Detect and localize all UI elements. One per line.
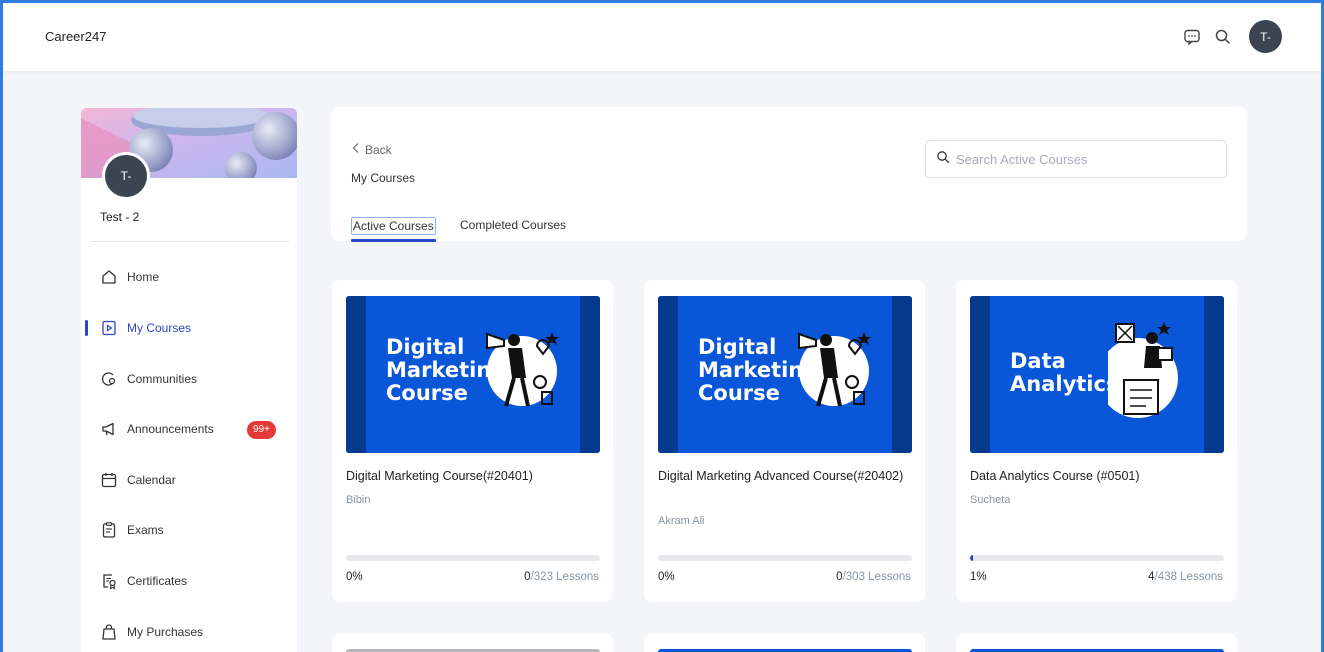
user-avatar[interactable]: T- [1249,20,1282,53]
sidebar-item-label: My Courses [127,321,192,335]
thumb-edge [580,296,600,453]
notification-badge: 99+ [247,421,276,439]
course-title[interactable]: Data Analytics Course (#0501) [970,466,1225,487]
progress-percent: 1% [970,571,987,583]
search-icon [936,150,950,169]
sidebar-item-home[interactable]: Home [81,262,297,292]
progress-bar [970,555,1224,561]
lesson-count: 4/438 Lessons [1148,571,1223,583]
chevron-left-icon [351,142,361,157]
course-instructor: Akram Ali [658,515,705,527]
marketing-illustration-icon [482,326,572,421]
course-instructor: Bibin [346,494,371,506]
lessons-total: /438 Lessons [1154,571,1223,583]
lessons-total: /303 Lessons [842,571,911,583]
profile-name: Test - 2 [100,210,140,224]
active-indicator [85,320,88,336]
tab-active-courses[interactable]: Active Courses [351,217,436,242]
course-card[interactable]: Data Analytics Data Analytics Course (#0… [956,280,1237,602]
course-card[interactable] [332,633,613,652]
course-thumbnail[interactable]: Digital Marketing Course [346,296,600,453]
page-title: My Courses [351,171,416,185]
course-card[interactable] [644,633,925,652]
sidebar-item-announcements[interactable]: Announcements 99+ [81,414,297,444]
exam-icon [99,520,119,540]
sidebar-item-certificates[interactable]: Certificates [81,566,297,596]
course-card[interactable]: Digital Marketing Course Digital Marketi… [332,280,613,602]
sidebar-item-my-courses[interactable]: My Courses [81,313,297,343]
sidebar-item-calendar[interactable]: Calendar [81,465,297,495]
course-title[interactable]: Digital Marketing Advanced Course(#20402… [658,466,913,487]
course-instructor: Sucheta [970,494,1011,506]
thumb-edge [658,296,678,453]
divider [91,241,289,242]
progress-fill [970,555,973,561]
search-icon[interactable] [1213,27,1233,47]
communities-icon [99,369,119,389]
sidebar-item-communities[interactable]: Communities [81,364,297,394]
thumbnail-text: Data Analytics [1010,349,1119,396]
progress-bar [658,555,912,561]
sidebar-item-label: Certificates [127,574,188,588]
home-icon [99,267,119,287]
thumb-edge [892,296,912,453]
sidebar-item-label: Exams [127,523,164,537]
marketing-illustration-icon [794,326,884,421]
progress-percent: 0% [346,571,363,583]
sidebar-item-label: Calendar [127,473,176,487]
course-thumbnail[interactable]: Digital Marketing Course [658,296,912,453]
sidebar-item-label: Home [127,270,160,284]
course-card[interactable] [956,633,1237,652]
tab-completed-courses[interactable]: Completed Courses [460,218,566,232]
course-card[interactable]: Digital Marketing Course Digital Marketi… [644,280,925,602]
calendar-icon [99,470,119,490]
thumb-edge [1204,296,1224,453]
courses-header: Back My Courses Active Courses Completed… [331,107,1247,242]
sidebar-item-label: Communities [127,372,198,386]
play-square-icon [99,318,119,338]
thumb-edge [970,296,990,453]
sidebar-item-my-purchases[interactable]: My Purchases [81,617,297,647]
brand-logo[interactable]: Career247 [45,29,106,44]
sidebar-item-label: My Purchases [127,625,204,639]
progress-bar [346,555,600,561]
app-frame: Career247 T- T- Test - 2 Home My Courses… [0,0,1324,652]
back-label: Back [365,142,392,157]
search-box[interactable] [925,140,1227,178]
progress-percent: 0% [658,571,675,583]
back-link[interactable]: Back [351,142,392,157]
lesson-count: 0/323 Lessons [524,571,599,583]
top-bar: Career247 T- [3,3,1321,71]
shopping-bag-icon [99,622,119,642]
search-input[interactable] [956,151,1206,167]
sidebar: T- Test - 2 Home My Courses Communities … [81,108,297,652]
sidebar-item-label: Announcements [127,422,214,436]
profile-avatar[interactable]: T- [102,152,150,200]
analytics-illustration-icon [1098,318,1198,433]
chat-icon[interactable] [1182,27,1202,47]
course-thumbnail[interactable]: Data Analytics [970,296,1224,453]
thumb-edge [346,296,366,453]
lessons-total: /323 Lessons [530,571,599,583]
megaphone-icon [99,419,119,439]
sidebar-item-exams[interactable]: Exams [81,515,297,545]
lesson-count: 0/303 Lessons [836,571,911,583]
certificate-icon [99,571,119,591]
course-title[interactable]: Digital Marketing Course(#20401) [346,466,601,487]
